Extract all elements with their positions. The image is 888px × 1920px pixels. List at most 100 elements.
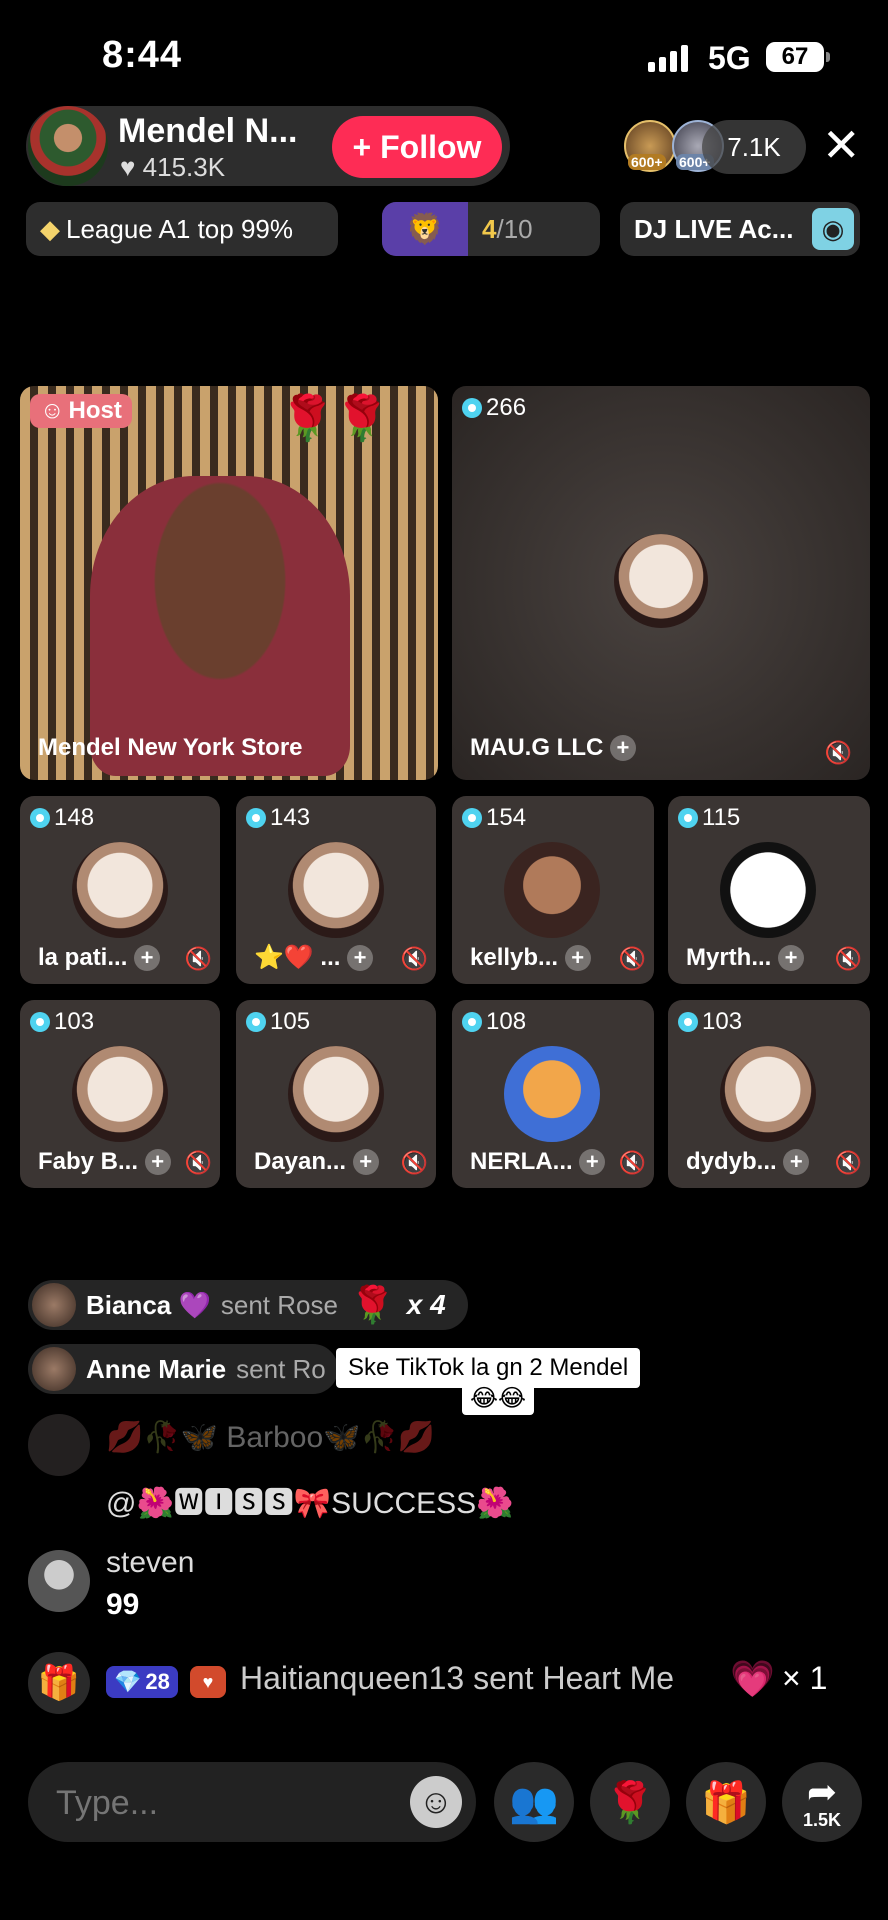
- gift-icon: 🎁: [701, 1780, 751, 1825]
- guest-tile-1-name: la pati... +: [38, 944, 161, 972]
- gift-action: sent Ro: [236, 1353, 326, 1384]
- rose-icon: 🌹: [349, 1284, 395, 1325]
- host-likes: ♥ 415.3K: [120, 152, 225, 183]
- chat-username-2[interactable]: steven: [106, 1546, 194, 1580]
- add-icon[interactable]: +: [347, 945, 374, 971]
- score-value: 103: [54, 1008, 95, 1035]
- guest-tile-5-name: Faby B... +: [38, 1148, 171, 1176]
- share-count: 1.5K: [802, 1809, 842, 1830]
- network-label: 5G: [708, 40, 751, 76]
- guest-tile-4[interactable]: 115 Myrth... + 🔇: [668, 796, 870, 984]
- gift-box-icon: 🎁: [28, 1652, 90, 1714]
- guest-tile-3-name: kellyb... +: [470, 944, 591, 972]
- add-icon[interactable]: +: [783, 1149, 810, 1175]
- viewer-count[interactable]: 7.1K: [702, 120, 806, 174]
- rose-gift-button[interactable]: 🌹: [590, 1762, 670, 1842]
- guest-tile-5[interactable]: 103 Faby B... + 🔇: [20, 1000, 220, 1188]
- close-icon[interactable]: ✕: [822, 122, 861, 168]
- gift-banner-count: × 1: [782, 1660, 828, 1696]
- score-icon: [246, 1012, 266, 1032]
- guest-tile-1-score: 148: [30, 804, 94, 832]
- chat-username-1[interactable]: 💋🥀🦋 Barboo🦋🥀💋: [106, 1420, 435, 1455]
- rose-icon: 🌹🌹: [280, 394, 390, 443]
- guest-avatar: [504, 1046, 600, 1142]
- gift-action: sent Rose: [220, 1289, 338, 1320]
- score-value: 108: [486, 1008, 527, 1035]
- gift-notice-1: Bianca 💜 sent Rose 🌹 x 4: [28, 1280, 468, 1330]
- guest-name: kellyb...: [470, 944, 559, 971]
- guest-tile-1[interactable]: 148 la pati... + 🔇: [20, 796, 220, 984]
- host-name[interactable]: Mendel N...: [118, 112, 297, 151]
- guest-avatar: [72, 842, 168, 938]
- guest-name: ⭐❤️ ...: [254, 944, 341, 971]
- comment-input[interactable]: ☺: [28, 1762, 476, 1842]
- score-value: 103: [702, 1008, 743, 1035]
- score-value: 105: [270, 1008, 311, 1035]
- add-icon[interactable]: +: [579, 1149, 606, 1175]
- host-badge-label: Host: [68, 397, 122, 424]
- dj-chip[interactable]: DJ LIVE Ac... ◉: [620, 202, 860, 256]
- guest-tile-3[interactable]: 154 kellyb... + 🔇: [452, 796, 654, 984]
- score-value: 143: [270, 804, 311, 831]
- emoji-icon[interactable]: ☺: [410, 1776, 462, 1828]
- guest-name: NERLA...: [470, 1148, 573, 1175]
- guest-tile-5-score: 103: [30, 1008, 94, 1036]
- host-video: [90, 476, 350, 776]
- host-avatar[interactable]: [28, 106, 108, 186]
- caption-line-2: 😂😂: [462, 1382, 535, 1415]
- score-value: 154: [486, 804, 527, 831]
- guest-avatar: [288, 1046, 384, 1142]
- score-icon: [462, 1012, 482, 1032]
- poll-chip[interactable]: 🦁 4 /10: [382, 202, 600, 256]
- guest-tile-8[interactable]: 103 dydyb... + 🔇: [668, 1000, 870, 1188]
- score-icon: [30, 1012, 50, 1032]
- guest-avatar: [288, 842, 384, 938]
- score-icon: [462, 808, 482, 828]
- multi-guest-button[interactable]: 👥: [494, 1762, 574, 1842]
- add-icon[interactable]: +: [609, 735, 636, 761]
- muted-mic-icon: 🔇: [184, 1150, 212, 1175]
- guest-tile-2[interactable]: 143 ⭐❤️ ... + 🔇: [236, 796, 436, 984]
- chat-avatar-2[interactable]: [28, 1550, 90, 1612]
- guest-tile-6[interactable]: 105 Dayan... + 🔇: [236, 1000, 436, 1188]
- guest-tile-3-score: 154: [462, 804, 526, 832]
- heart-icon: ♥: [120, 152, 136, 182]
- guest-score: 266: [462, 394, 526, 422]
- host-video-tile[interactable]: ☺ Host 🌹🌹 Mendel New York Store: [20, 386, 438, 780]
- score-value: 148: [54, 804, 95, 831]
- host-likes-count: 415.3K: [142, 152, 226, 182]
- guest-tile-7[interactable]: 108 NERLA... + 🔇: [452, 1000, 654, 1188]
- guest-video-tile[interactable]: 266 MAU.G LLC + 🔇: [452, 386, 870, 780]
- guest-name: Myrth...: [686, 944, 772, 971]
- shop-logo: [720, 842, 816, 938]
- add-icon[interactable]: +: [144, 1149, 171, 1175]
- score-icon: [678, 1012, 698, 1032]
- guest-score-value: 266: [486, 394, 527, 421]
- muted-mic-icon: 🔇: [618, 1150, 646, 1175]
- guest-tile-6-score: 105: [246, 1008, 310, 1036]
- gift-button[interactable]: 🎁: [686, 1762, 766, 1842]
- guest-tile-4-score: 115: [678, 804, 740, 832]
- guest-tile-7-name: NERLA... +: [470, 1148, 606, 1176]
- follow-button[interactable]: + Follow: [332, 116, 502, 178]
- guest-name: dydyb...: [686, 1148, 777, 1175]
- chat-avatar-1[interactable]: [28, 1414, 90, 1476]
- guest-tile-2-name: ⭐❤️ ... +: [254, 943, 374, 972]
- league-chip[interactable]: ◆ League A1 top 99%: [26, 202, 338, 256]
- person-icon: ☺: [40, 397, 65, 424]
- muted-mic-icon: 🔇: [834, 1150, 862, 1175]
- gift-count: x 4: [406, 1289, 446, 1320]
- signal-icon: [648, 44, 688, 72]
- rose-icon: 🌹: [605, 1780, 655, 1825]
- guest-name: Dayan...: [254, 1148, 347, 1175]
- chat-message-2: 99: [106, 1588, 140, 1621]
- add-icon[interactable]: +: [778, 945, 805, 971]
- guest-tile-2-score: 143: [246, 804, 310, 832]
- comment-input-field[interactable]: [54, 1782, 388, 1824]
- add-icon[interactable]: +: [564, 945, 591, 971]
- add-icon[interactable]: +: [134, 945, 161, 971]
- add-icon[interactable]: +: [352, 1149, 379, 1175]
- heart-me-icon: 💗: [730, 1658, 775, 1699]
- share-button[interactable]: ➦ 1.5K: [782, 1762, 862, 1842]
- muted-mic-icon: 🔇: [400, 946, 428, 971]
